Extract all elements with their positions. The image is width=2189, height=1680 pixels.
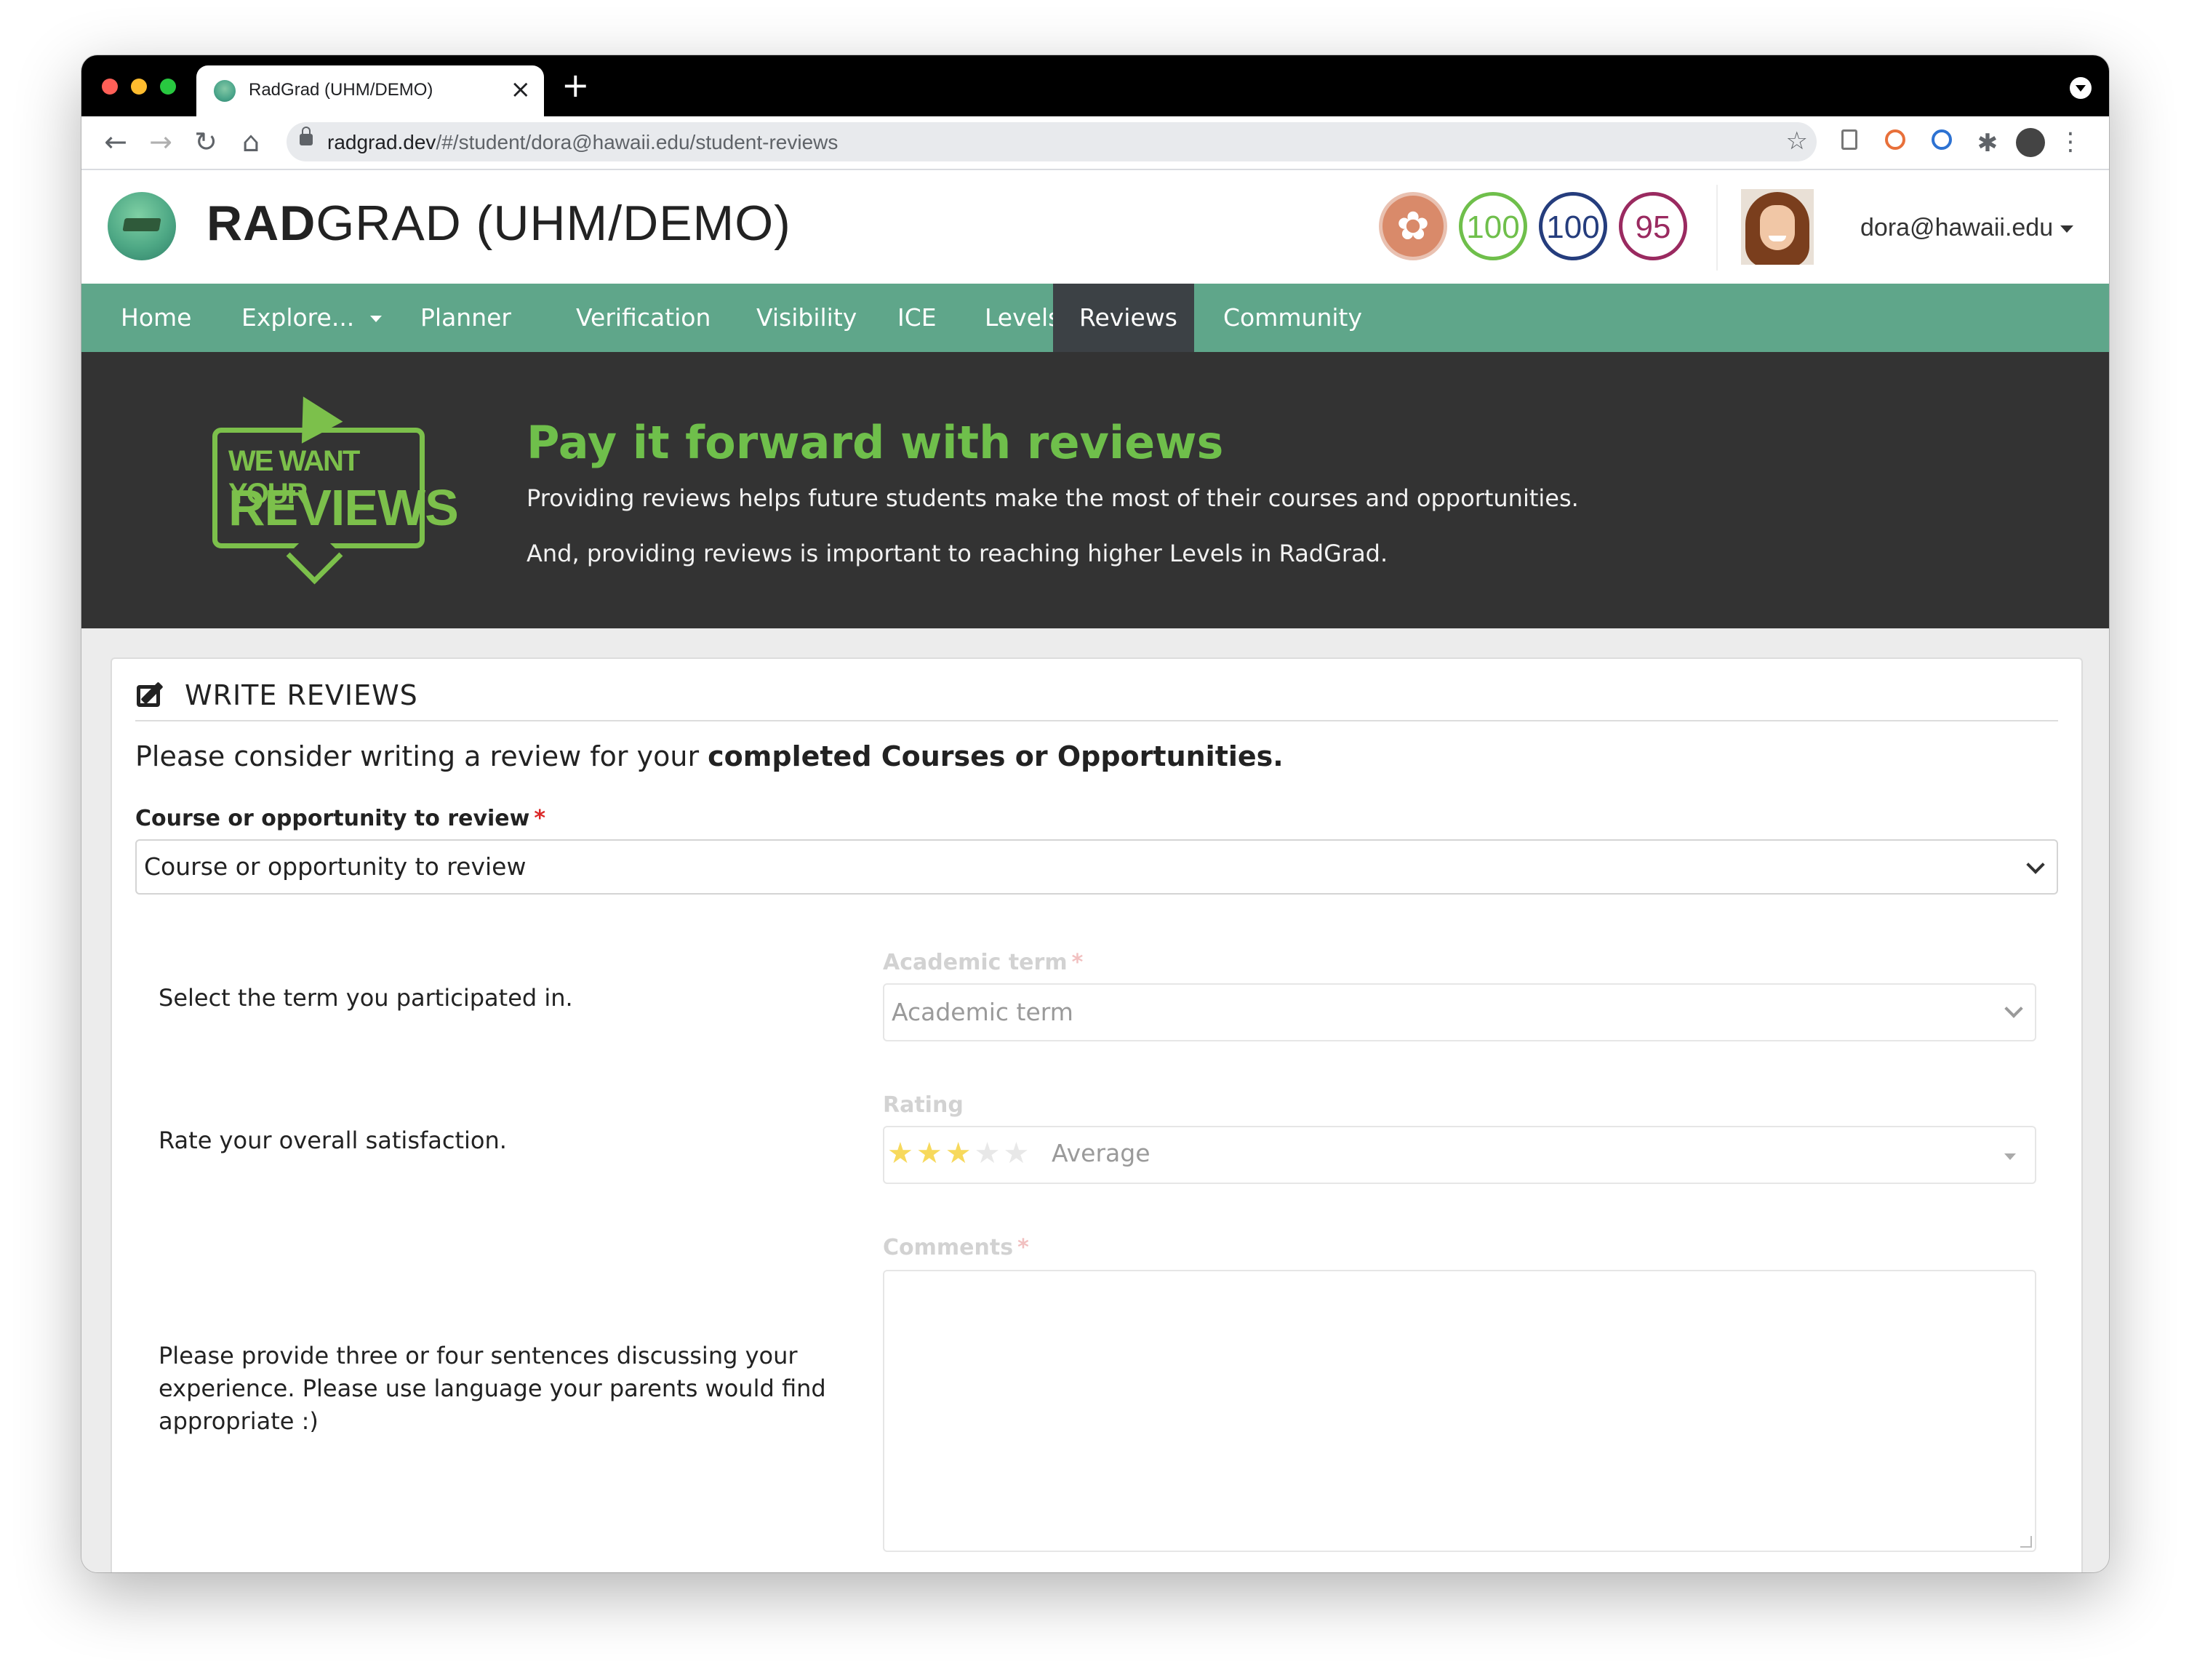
star-filled-icon[interactable]: ★ [887,1137,913,1170]
forward-icon[interactable]: → [143,124,179,160]
chevron-down-icon [2026,855,2045,874]
term-field-label: Academic term * [883,950,1084,975]
comments-help-text: Please provide three or four sentences d… [159,1342,826,1435]
experience-points-badge[interactable]: 95 [1619,192,1687,260]
competency-points-badge[interactable]: 100 [1539,192,1607,260]
card-divider [135,720,2058,721]
new-tab-icon[interactable]: + [561,67,590,103]
chevron-down-icon [2060,225,2074,233]
brand-title[interactable]: RADGRAD (UHM/DEMO) [207,195,791,252]
rating-dropdown[interactable]: ★ ★ ★ ★ ★ Average [883,1126,2036,1184]
radgrad-logo-icon[interactable] [108,192,176,260]
rating-stars: ★ ★ ★ ★ ★ [887,1127,1032,1183]
extensions-puzzle-icon[interactable]: ✱ [1969,125,2006,161]
browser-menu-icon[interactable]: ⋮ [2052,124,2089,160]
close-tab-icon[interactable]: × [511,76,532,103]
lock-icon [300,127,313,145]
caret-down-icon [2004,1153,2016,1160]
comments-field-label: Comments * [883,1235,1029,1260]
course-field-label: Course or opportunity to review * [135,806,546,831]
tab-search-icon[interactable] [2070,77,2092,99]
browser-toolbar: ← → ↻ ⌂ radgrad.dev/#/student/dora@hawai… [81,116,2109,170]
extension-b-icon[interactable] [1885,129,1905,150]
star-filled-icon[interactable]: ★ [945,1137,972,1170]
comments-textarea[interactable] [883,1270,2036,1552]
minimize-window-button[interactable] [131,79,147,95]
header-divider [1716,185,1718,271]
we-want-your-reviews-graphic: WE WANT YOUR REVIEWS [204,385,459,591]
app-header: RADGRAD (UHM/DEMO) 100 100 95 dora@hawai… [81,170,2109,284]
nav-item-reviews[interactable]: Reviews [1053,284,1194,352]
rating-help-text: Rate your overall satisfaction. [159,1127,507,1154]
card-title: WRITE REVIEWS [185,679,418,711]
maximize-window-button[interactable] [160,79,176,95]
tab-title: RadGrad (UHM/DEMO) [249,80,433,100]
nav-item-visibility[interactable]: Visibility [730,284,883,352]
star-filled-icon[interactable]: ★ [916,1137,943,1170]
innovation-points-badge[interactable]: 100 [1459,192,1527,260]
term-help-text: Select the term you participated in. [159,984,573,1012]
nav-item-verification[interactable]: Verification [550,284,737,352]
main-nav: Home Explore... Planner Verification Vis… [81,284,2109,352]
rating-text: Average [1052,1139,1150,1167]
academic-term-select[interactable]: Academic term [883,983,2036,1041]
back-icon[interactable]: ← [97,124,134,160]
user-menu-dropdown[interactable]: dora@hawaii.edu [1860,214,2074,242]
nav-item-ice[interactable]: ICE [871,284,963,352]
address-bar[interactable]: radgrad.dev/#/student/dora@hawaii.edu/st… [287,122,1817,161]
home-icon[interactable]: ⌂ [233,124,269,160]
nav-item-explore[interactable]: Explore... [215,284,408,352]
form-intro: Please consider writing a review for you… [135,740,1284,772]
level-badge-icon[interactable] [1379,192,1447,260]
bookmark-star-icon[interactable]: ☆ [1786,127,1808,156]
url-text: radgrad.dev/#/student/dora@hawaii.edu/st… [327,131,839,153]
write-reviews-card: WRITE REVIEWS Please consider writing a … [111,657,2083,1572]
banner-title: Pay it forward with reviews [527,416,1224,469]
close-window-button[interactable] [102,79,118,95]
resize-handle[interactable] [2020,1536,2032,1548]
star-empty-icon[interactable]: ★ [1003,1137,1029,1170]
reviews-banner: WE WANT YOUR REVIEWS Pay it forward with… [81,352,2109,628]
nav-item-planner[interactable]: Planner [394,284,537,352]
nav-item-home[interactable]: Home [95,284,217,352]
browser-tab[interactable]: RadGrad (UHM/DEMO) × [196,65,544,116]
chevron-down-icon [2004,999,2023,1018]
reload-icon[interactable]: ↻ [188,124,224,160]
radgrad-favicon-icon [214,80,236,102]
banner-text: And, providing reviews is important to r… [527,540,1388,567]
extension-c-icon[interactable] [1932,129,1952,150]
nav-item-community[interactable]: Community [1197,284,1388,352]
banner-text: Providing reviews helps future students … [527,484,1579,512]
user-avatar[interactable] [1741,189,1814,265]
chevron-down-icon [370,316,383,322]
rating-field-label: Rating [883,1092,964,1118]
browser-window: RadGrad (UHM/DEMO) × + ← → ↻ ⌂ radgrad.d… [81,55,2109,1572]
profile-avatar-icon[interactable] [2016,128,2045,157]
edit-icon [137,681,169,708]
app-page: RADGRAD (UHM/DEMO) 100 100 95 dora@hawai… [81,170,2109,1572]
star-empty-icon[interactable]: ★ [975,1137,1001,1170]
tab-strip: RadGrad (UHM/DEMO) × + [81,55,2109,116]
reader-icon[interactable] [1841,129,1857,150]
course-select[interactable]: Course or opportunity to review [135,839,2058,895]
